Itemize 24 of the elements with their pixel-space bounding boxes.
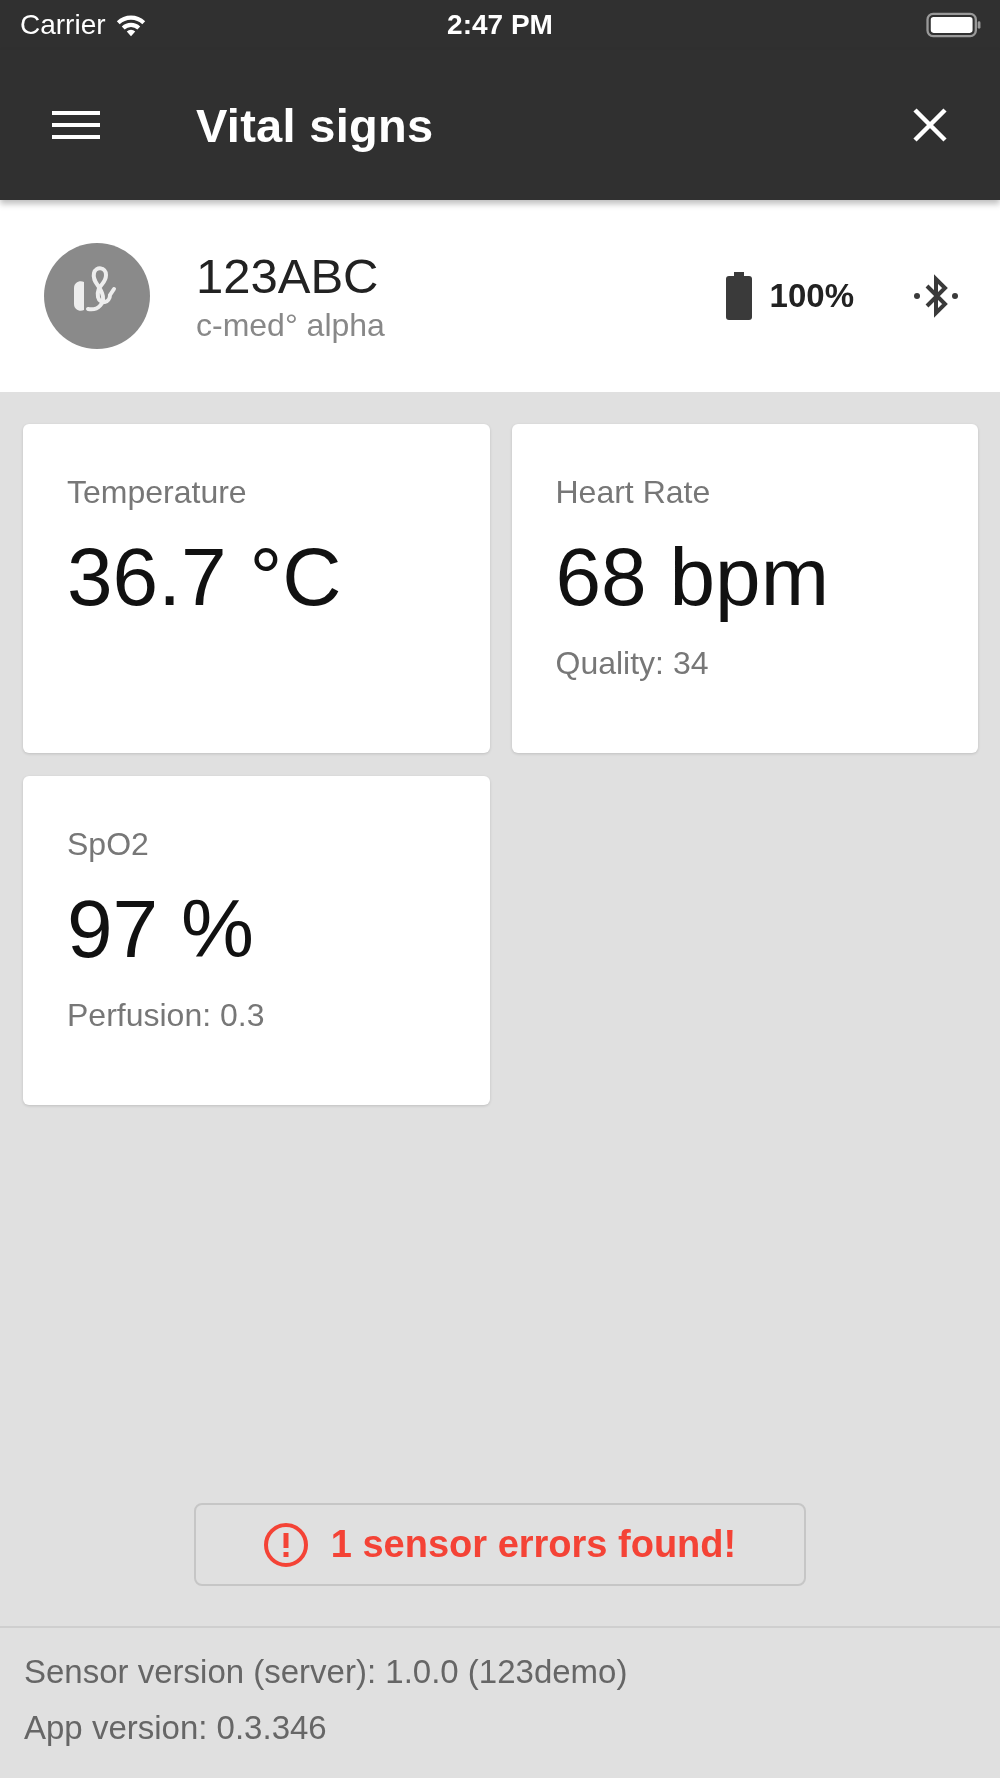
device-name: 123ABC: [196, 248, 380, 305]
menu-icon[interactable]: [52, 109, 100, 141]
vital-detail: Quality: 34: [555, 645, 710, 682]
vital-value: 36.7 °C: [67, 530, 343, 624]
carrier-name: Carrier: [20, 9, 106, 41]
vital-value: 68 bpm: [555, 530, 830, 624]
version-info: Sensor version (server): 1.0.0 (123demo): [24, 1652, 629, 1692]
device-model: c-med° alpha: [196, 306, 386, 345]
battery-icon: [926, 12, 982, 38]
vital-label: Heart Rate: [555, 474, 712, 511]
bluetooth-icon[interactable]: [912, 272, 960, 320]
alert-icon: [262, 1521, 309, 1568]
screen-title: Vital signs: [196, 97, 435, 153]
clock-time: 2:47 PM: [447, 9, 553, 41]
sensor-errors-button[interactable]: 1 sensor errors found!: [193, 1503, 806, 1586]
vital-label: Temperature: [67, 474, 248, 511]
battery-icon: [725, 272, 752, 320]
version-info: App version: 0.3.346: [24, 1708, 328, 1748]
vital-value: 97 %: [67, 882, 255, 976]
battery-level: 100%: [769, 277, 854, 315]
device-logo-icon: [44, 243, 150, 349]
vital-label: SpO2: [67, 826, 150, 863]
vital-detail: Perfusion: 0.3: [67, 997, 266, 1034]
close-icon[interactable]: [912, 107, 948, 143]
